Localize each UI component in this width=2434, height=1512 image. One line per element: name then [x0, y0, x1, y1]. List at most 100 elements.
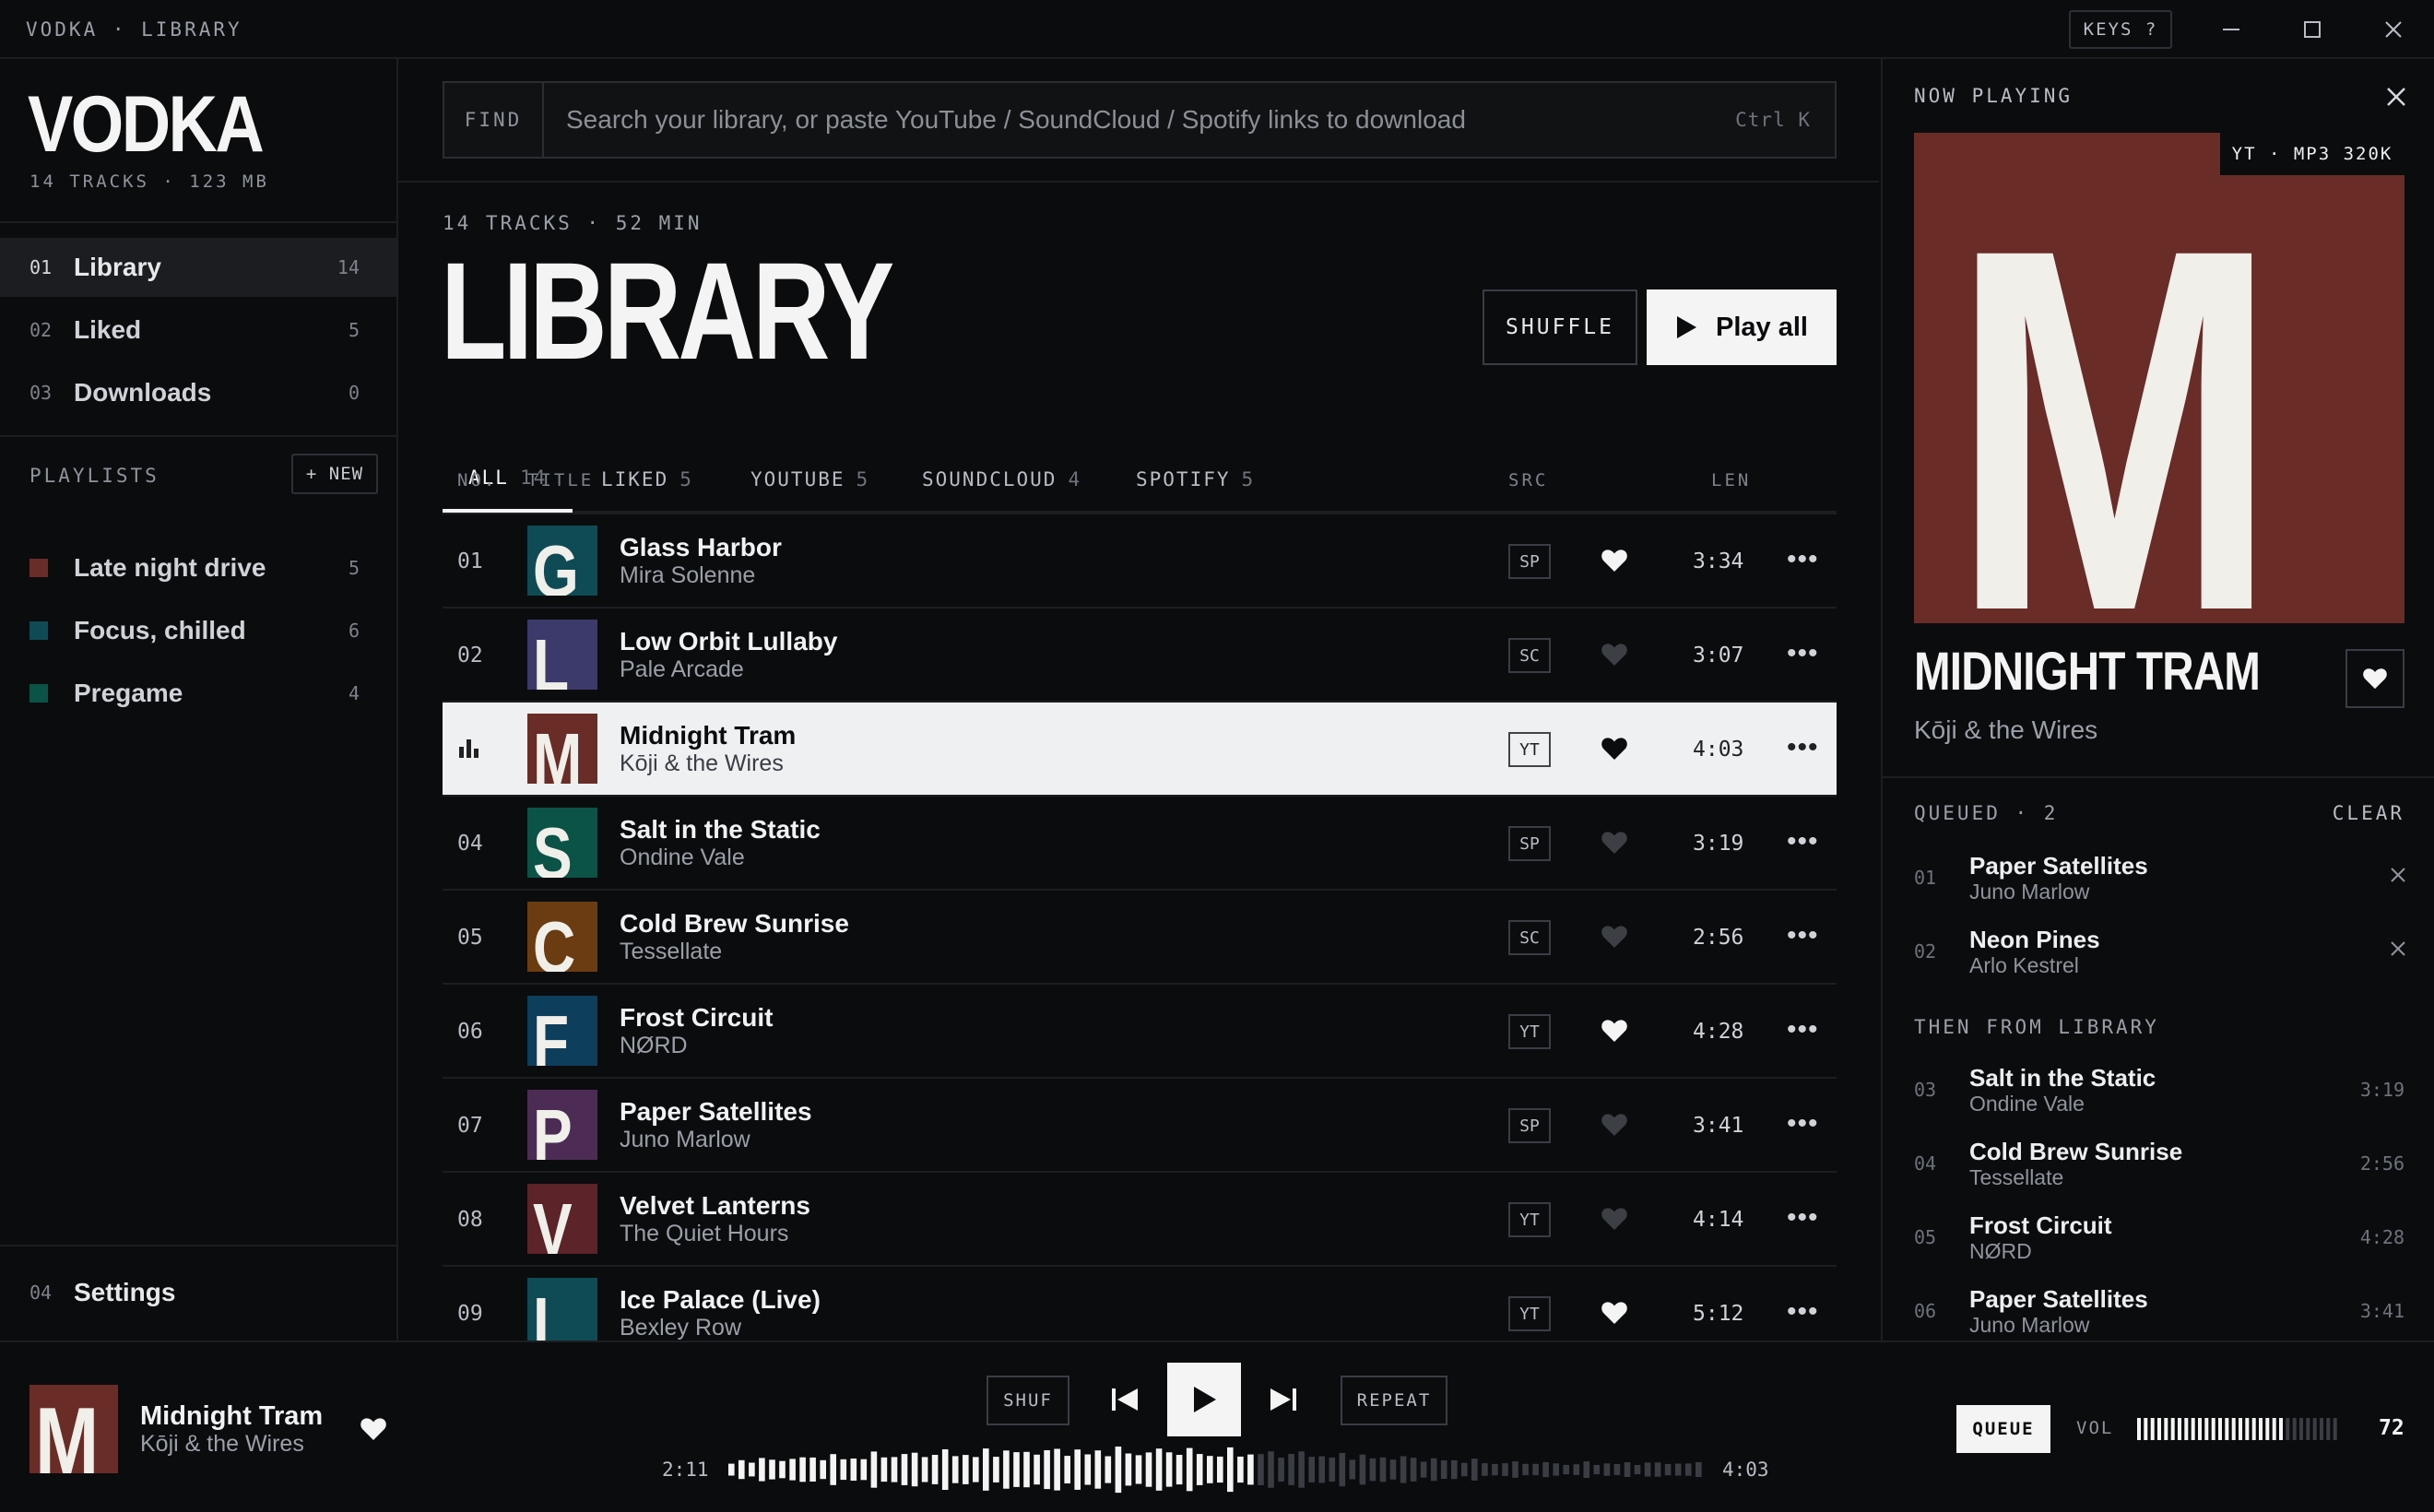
player-heart-icon[interactable]	[360, 1416, 387, 1442]
play-all-label: Play all	[1716, 312, 1808, 342]
waveform-scrubber[interactable]	[728, 1446, 1706, 1494]
table-row[interactable]: M Midnight Tram Kōji & the Wires YT 4:03 •••	[443, 703, 1837, 797]
queue-item[interactable]: 05 Frost Circuit NØRD 4:28	[1883, 1199, 2434, 1272]
play-all-button[interactable]: Play all	[1647, 289, 1837, 365]
track-number: 09	[457, 1302, 483, 1326]
queue-length: 3:41	[2359, 1300, 2404, 1322]
more-options-icon[interactable]: •••	[1787, 1108, 1819, 1140]
volume-slider[interactable]	[2137, 1416, 2340, 1442]
volume-bar	[2231, 1418, 2236, 1440]
more-options-icon[interactable]: •••	[1787, 638, 1819, 669]
nav-number: 02	[30, 319, 53, 341]
heart-icon[interactable]	[1601, 1112, 1628, 1138]
sidebar-item-downloads[interactable]: 03 Downloads 0	[0, 363, 396, 422]
queue-length: 2:56	[2359, 1152, 2404, 1175]
playlist-item[interactable]: Focus, chilled 6	[0, 601, 396, 660]
heart-icon[interactable]	[1601, 924, 1628, 950]
album-art-letter: M	[1951, 141, 2278, 623]
more-options-icon[interactable]: •••	[1787, 920, 1819, 951]
tab-soundcloud[interactable]: SOUNDCLOUD 4	[922, 446, 1081, 513]
heart-icon[interactable]	[1601, 548, 1628, 573]
tab-liked[interactable]: LIKED 5	[601, 446, 693, 513]
track-artist: Pale Arcade	[620, 656, 744, 682]
table-row[interactable]: 08 V Velvet Lanterns The Quiet Hours YT 4:14 •…	[443, 1173, 1837, 1267]
waveform-bar	[931, 1455, 939, 1484]
play-pause-button[interactable]	[1167, 1363, 1241, 1436]
then-from-library-heading: THEN FROM LIBRARY	[1914, 1016, 2159, 1038]
queue-item[interactable]: 02 Neon Pines Arlo Kestrel	[1883, 913, 2434, 986]
tab-youtube[interactable]: YOUTUBE 5	[750, 446, 869, 513]
heart-icon[interactable]	[1601, 642, 1628, 667]
more-options-icon[interactable]: •••	[1787, 544, 1819, 575]
volume-bar	[2286, 1418, 2290, 1440]
waveform-bar	[1084, 1454, 1092, 1485]
queue-item[interactable]: 01 Paper Satellites Juno Marlow	[1883, 839, 2434, 913]
table-row[interactable]: 09 I Ice Palace (Live) Bexley Row YT 5:12 •••	[443, 1267, 1837, 1341]
tab-label: LIKED	[601, 468, 669, 490]
table-row[interactable]: 01 G Glass Harbor Mira Solenne SP 3:34 •••	[443, 514, 1837, 608]
shuffle-toggle[interactable]: SHUF	[987, 1376, 1069, 1425]
track-title: Velvet Lanterns	[620, 1191, 810, 1220]
previous-track-icon[interactable]	[1106, 1381, 1143, 1418]
tab-spotify[interactable]: SPOTIFY 5	[1136, 446, 1255, 513]
close-window-icon[interactable]	[2375, 13, 2412, 46]
volume-bar	[2198, 1418, 2202, 1440]
clear-queue-button[interactable]: CLEAR	[2333, 802, 2404, 824]
volume-bar	[2251, 1418, 2256, 1440]
more-options-icon[interactable]: •••	[1787, 1296, 1819, 1328]
waveform-bar	[1471, 1459, 1478, 1481]
next-track-icon[interactable]	[1265, 1381, 1302, 1418]
waveform-bar	[983, 1448, 989, 1491]
close-panel-icon[interactable]	[2382, 83, 2410, 111]
heart-icon[interactable]	[1601, 1018, 1628, 1044]
track-title: Glass Harbor	[620, 533, 782, 561]
waveform-bar	[1624, 1462, 1631, 1477]
playlist-label: Pregame	[74, 679, 183, 707]
queue-button[interactable]: QUEUE	[1956, 1405, 2050, 1453]
table-row[interactable]: 04 S Salt in the Static Ondine Vale SP 3:19 ••…	[443, 797, 1837, 891]
more-options-icon[interactable]: •••	[1787, 826, 1819, 857]
new-playlist-button[interactable]: + NEW	[291, 454, 378, 494]
table-row[interactable]: 06 F Frost Circuit NØRD YT 4:28 •••	[443, 985, 1837, 1079]
remove-from-queue-icon[interactable]	[2388, 865, 2408, 885]
search-input[interactable]	[544, 83, 1835, 157]
heart-icon[interactable]	[1601, 736, 1628, 762]
heart-icon[interactable]	[1601, 1206, 1628, 1232]
minimize-icon[interactable]	[2213, 13, 2250, 46]
main-content: FIND Ctrl K 14 TRACKS · 52 MIN LIBRARY S…	[398, 59, 1881, 1341]
player-track-title: Midnight Tram	[140, 1401, 324, 1431]
waveform-bar	[911, 1452, 918, 1487]
queue-title: Neon Pines	[1969, 926, 2100, 953]
remove-from-queue-icon[interactable]	[2388, 939, 2408, 959]
volume-bar	[2164, 1418, 2168, 1440]
more-options-icon[interactable]: •••	[1787, 732, 1819, 763]
more-options-icon[interactable]: •••	[1787, 1202, 1819, 1234]
queue-item[interactable]: 03 Salt in the Static Ondine Vale 3:19	[1883, 1051, 2434, 1125]
heart-icon[interactable]	[1601, 830, 1628, 856]
track-number: 06	[457, 1020, 483, 1044]
maximize-icon[interactable]	[2294, 13, 2331, 46]
more-options-icon[interactable]: •••	[1787, 1014, 1819, 1045]
sidebar-divider	[0, 221, 396, 223]
keys-button[interactable]: KEYS ?	[2069, 10, 2172, 49]
sidebar-item-library[interactable]: 01 Library 14	[0, 238, 396, 297]
playlist-item[interactable]: Late night drive 5	[0, 538, 396, 597]
waveform-bar	[1461, 1462, 1468, 1477]
playlist-label: Focus, chilled	[74, 616, 246, 644]
repeat-toggle[interactable]: REPEAT	[1341, 1376, 1447, 1425]
heart-icon[interactable]	[1601, 1300, 1628, 1326]
now-playing-panel: NOW PLAYING M YT · MP3 320K MIDNIGHT TRA…	[1881, 59, 2434, 1341]
queue-item[interactable]: 04 Cold Brew Sunrise Tessellate 2:56	[1883, 1125, 2434, 1199]
playlist-item[interactable]: Pregame 4	[0, 664, 396, 723]
waveform-bar	[1451, 1459, 1458, 1480]
queue-item[interactable]: 06 Paper Satellites Juno Marlow 3:41	[1883, 1272, 2434, 1346]
table-row[interactable]: 05 C Cold Brew Sunrise Tessellate SC 2:56 •••	[443, 891, 1837, 985]
sidebar-item-liked[interactable]: 02 Liked 5	[0, 301, 396, 360]
volume-bar	[2191, 1418, 2195, 1440]
shuffle-button[interactable]: SHUFFLE	[1483, 289, 1637, 365]
table-row[interactable]: 07 P Paper Satellites Juno Marlow SP 3:41 •••	[443, 1079, 1837, 1173]
column-header-len: LEN	[1711, 470, 1752, 490]
sidebar-item-settings[interactable]: 04 Settings	[0, 1246, 396, 1339]
like-button[interactable]	[2345, 649, 2404, 708]
table-row[interactable]: 02 L Low Orbit Lullaby Pale Arcade SC 3:07 •••	[443, 608, 1837, 703]
